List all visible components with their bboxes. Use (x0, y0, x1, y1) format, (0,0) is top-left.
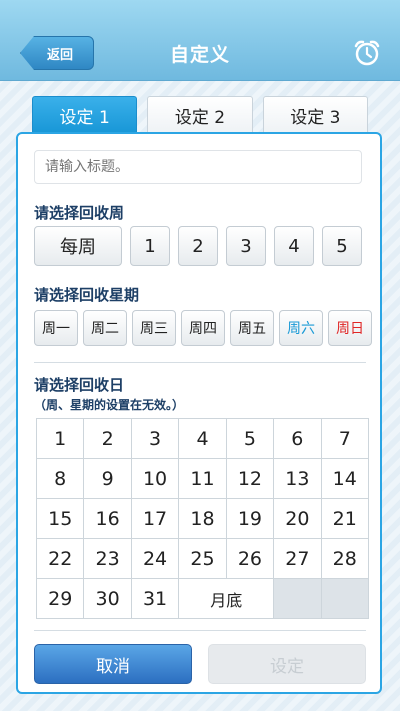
cancel-button[interactable]: 取消 (34, 644, 192, 684)
day-option-tue[interactable]: 周二 (83, 310, 127, 346)
calendar-day[interactable]: 30 (84, 579, 132, 619)
app-header: 返回 自定义 (0, 0, 400, 81)
calendar-day[interactable]: 9 (84, 459, 132, 499)
week-option-5[interactable]: 5 (322, 226, 362, 266)
calendar-day[interactable]: 18 (179, 499, 227, 539)
calendar-day[interactable]: 19 (226, 499, 275, 539)
title-input[interactable] (34, 150, 362, 184)
week-option-2[interactable]: 2 (178, 226, 218, 266)
day-section-label: 请选择回收星期 (34, 286, 140, 304)
day-option-sat[interactable]: 周六 (279, 310, 323, 346)
calendar-day[interactable]: 26 (226, 539, 275, 579)
calendar-day[interactable]: 21 (321, 499, 369, 539)
day-option-thu[interactable]: 周四 (181, 310, 225, 346)
calendar-day[interactable]: 17 (131, 499, 180, 539)
alarm-clock-icon[interactable] (352, 38, 382, 68)
day-option-sun[interactable]: 周日 (328, 310, 372, 346)
calendar-day[interactable]: 29 (37, 579, 85, 619)
calendar-day[interactable]: 31 (131, 579, 180, 619)
calendar-day[interactable]: 8 (37, 459, 85, 499)
calendar-day[interactable]: 13 (274, 459, 322, 499)
calendar-day[interactable]: 20 (274, 499, 322, 539)
day-option-mon[interactable]: 周一 (34, 310, 78, 346)
calendar-day[interactable]: 25 (179, 539, 227, 579)
calendar-day[interactable]: 1 (37, 419, 85, 459)
week-option-every[interactable]: 每周 (34, 226, 122, 266)
week-option-3[interactable]: 3 (226, 226, 266, 266)
section-divider (34, 362, 366, 363)
day-option-fri[interactable]: 周五 (230, 310, 274, 346)
calendar-day[interactable]: 3 (131, 419, 180, 459)
day-option-wed[interactable]: 周三 (132, 310, 176, 346)
calendar-day[interactable]: 2 (84, 419, 132, 459)
date-section-note: （周、星期的设置在无效。） (34, 398, 185, 412)
calendar-day[interactable]: 14 (321, 459, 369, 499)
footer-divider (34, 630, 366, 631)
week-option-4[interactable]: 4 (274, 226, 314, 266)
date-section-label: 请选择回收日 (34, 376, 125, 394)
calendar-day[interactable]: 28 (321, 539, 369, 579)
calendar-day[interactable]: 5 (226, 419, 275, 459)
calendar-empty-cell (321, 579, 369, 619)
confirm-button[interactable]: 设定 (208, 644, 366, 684)
calendar-day[interactable]: 15 (37, 499, 85, 539)
calendar-day[interactable]: 22 (37, 539, 85, 579)
tab-setting-1[interactable]: 设定 1 (32, 96, 138, 134)
date-calendar: 1 2 3 4 5 6 7 8 9 10 11 12 13 14 15 16 1… (36, 418, 369, 619)
tab-setting-2[interactable]: 设定 2 (147, 96, 253, 134)
calendar-day[interactable]: 23 (84, 539, 132, 579)
calendar-day[interactable]: 24 (131, 539, 180, 579)
calendar-day[interactable]: 7 (321, 419, 369, 459)
page-title: 自定义 (169, 44, 230, 66)
calendar-day[interactable]: 16 (84, 499, 132, 539)
tab-setting-3[interactable]: 设定 3 (262, 96, 368, 134)
calendar-month-end[interactable]: 月底 (179, 579, 275, 619)
calendar-day[interactable]: 6 (274, 419, 322, 459)
settings-tabs: 设定 1 设定 2 设定 3 (32, 96, 368, 134)
week-option-1[interactable]: 1 (130, 226, 170, 266)
calendar-day[interactable]: 27 (274, 539, 322, 579)
calendar-day[interactable]: 12 (226, 459, 275, 499)
calendar-day[interactable]: 4 (179, 419, 227, 459)
settings-panel: 请选择回收周 每周 1 2 3 4 5 请选择回收星期 周一 周二 周三 周四 … (16, 132, 382, 694)
week-section-label: 请选择回收周 (34, 204, 125, 222)
calendar-day[interactable]: 10 (131, 459, 180, 499)
calendar-day[interactable]: 11 (179, 459, 227, 499)
calendar-empty-cell (274, 579, 322, 619)
